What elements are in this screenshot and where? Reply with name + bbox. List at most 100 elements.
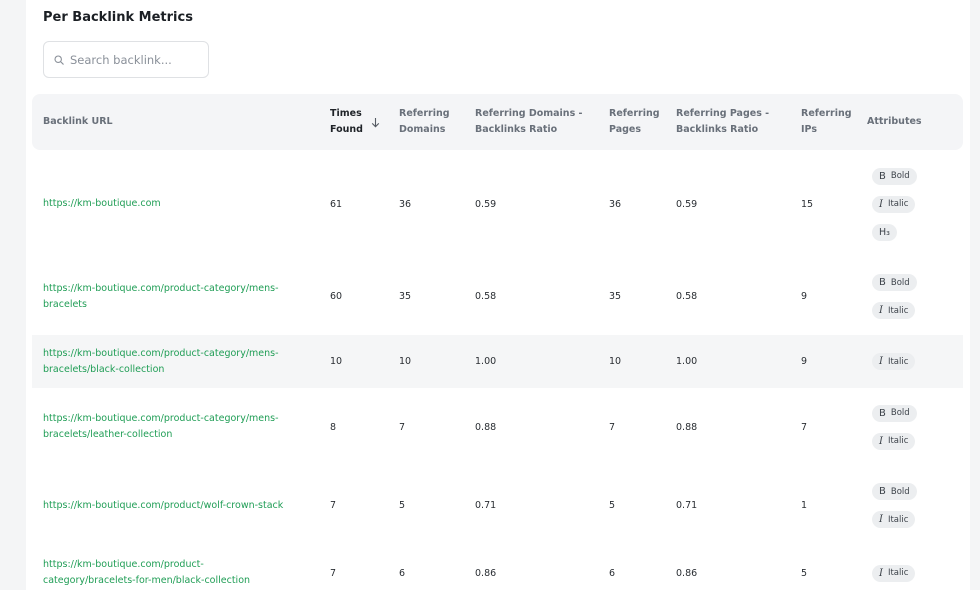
ref-pages-cell: 36 bbox=[609, 198, 622, 210]
italic-icon: I bbox=[879, 305, 883, 316]
backlink-url-link[interactable]: https://km-boutique.com/product-category… bbox=[43, 335, 313, 388]
table-row: https://km-boutique.com 61 36 0.59 36 0.59 15 B… bbox=[32, 150, 963, 258]
table-row: https://km-boutique.com/product-category… bbox=[32, 335, 963, 388]
italic-icon: I bbox=[879, 356, 883, 367]
bold-attribute-badge: B Bold bbox=[872, 404, 917, 422]
column-label: Attributes bbox=[867, 116, 922, 127]
attribute-label: Italic bbox=[887, 568, 909, 578]
bold-icon: B bbox=[879, 277, 886, 288]
sort-descending-icon[interactable] bbox=[371, 117, 380, 128]
ref-ips-cell: 15 bbox=[801, 198, 814, 210]
table-row: https://km-boutique.com/product-category… bbox=[32, 388, 963, 466]
ref-pages-cell: 35 bbox=[609, 291, 622, 302]
column-label: Referring Domains - Backlinks Ratio bbox=[475, 108, 583, 135]
ref-pages-cell: 6 bbox=[609, 567, 616, 579]
bold-attribute-badge: B Bold bbox=[872, 167, 917, 185]
attributes-cell: B Bold I Italic bbox=[872, 258, 917, 335]
backlink-url-link[interactable]: https://km-boutique.com/product- categor… bbox=[43, 545, 313, 590]
ref-domains-ratio-cell: 0.86 bbox=[475, 567, 497, 579]
ref-pages-cell: 5 bbox=[609, 500, 616, 511]
attributes-cell: I Italic bbox=[872, 545, 916, 590]
ref-ips-cell: 9 bbox=[801, 291, 808, 302]
bold-icon: B bbox=[879, 407, 886, 419]
search-input[interactable] bbox=[70, 52, 200, 67]
column-header-times-found[interactable]: Times Found bbox=[330, 94, 380, 150]
attributes-cell: B Bold I Italic bbox=[872, 466, 917, 545]
italic-icon: I bbox=[879, 567, 883, 579]
attribute-label: Bold bbox=[890, 171, 910, 181]
column-label: Times Found bbox=[330, 108, 363, 135]
table-row: https://km-boutique.com/product/wolf-cro… bbox=[32, 466, 963, 545]
attribute-label: Bold bbox=[890, 486, 910, 497]
column-header-referring-domains[interactable]: Referring Domains bbox=[399, 94, 450, 150]
ref-pages-ratio-cell: 0.71 bbox=[676, 500, 698, 511]
table-row: https://km-boutique.com/product-category… bbox=[32, 258, 963, 335]
section-title: Per Backlink Metrics bbox=[43, 10, 193, 25]
backlink-url-link[interactable]: https://km-boutique.com/product-category… bbox=[43, 258, 313, 335]
ref-pages-ratio-cell: 1.00 bbox=[676, 356, 698, 367]
ref-pages-ratio-cell: 0.59 bbox=[676, 198, 698, 210]
ref-domains-cell: 35 bbox=[399, 291, 412, 302]
times-found-cell: 8 bbox=[330, 421, 337, 433]
italic-attribute-badge: I Italic bbox=[872, 432, 916, 450]
column-label: Referring Pages bbox=[609, 108, 660, 135]
ref-ips-cell: 7 bbox=[801, 421, 808, 433]
column-header-referring-pages[interactable]: Referring Pages bbox=[609, 94, 660, 150]
attribute-label: Italic bbox=[887, 199, 909, 209]
column-label: Referring Domains bbox=[399, 108, 450, 135]
times-found-cell: 10 bbox=[330, 356, 343, 367]
bold-attribute-badge: B Bold bbox=[872, 274, 917, 291]
backlink-metrics-panel: Per Backlink Metrics Backlink URL Times … bbox=[26, 0, 970, 590]
italic-attribute-badge: I Italic bbox=[872, 302, 916, 319]
attribute-label: Italic bbox=[887, 514, 909, 525]
ref-pages-cell: 10 bbox=[609, 356, 622, 367]
attributes-cell: I Italic bbox=[872, 335, 916, 388]
backlink-url-link[interactable]: https://km-boutique.com/product/wolf-cro… bbox=[43, 466, 313, 545]
ref-pages-cell: 7 bbox=[609, 421, 616, 433]
italic-attribute-badge: I Italic bbox=[872, 195, 916, 213]
italic-icon: I bbox=[879, 514, 883, 525]
attributes-cell: B Bold I Italic H₃ bbox=[872, 150, 917, 258]
backlink-url-link[interactable]: https://km-boutique.com bbox=[43, 150, 313, 258]
ref-pages-ratio-cell: 0.88 bbox=[676, 421, 698, 433]
attributes-cell: B Bold I Italic bbox=[872, 388, 917, 466]
column-label: Backlink URL bbox=[43, 116, 113, 127]
ref-domains-ratio-cell: 1.00 bbox=[475, 356, 497, 367]
times-found-cell: 60 bbox=[330, 291, 343, 302]
times-found-cell: 7 bbox=[330, 567, 337, 579]
ref-ips-cell: 5 bbox=[801, 567, 808, 579]
attribute-label: Italic bbox=[887, 305, 909, 316]
attribute-label: Italic bbox=[887, 356, 909, 367]
ref-ips-cell: 9 bbox=[801, 356, 808, 367]
attribute-label: Bold bbox=[890, 277, 910, 288]
column-header-url[interactable]: Backlink URL bbox=[43, 94, 113, 150]
ref-domains-cell: 10 bbox=[399, 356, 412, 367]
search-box[interactable] bbox=[43, 41, 209, 78]
italic-attribute-badge: I Italic bbox=[872, 564, 916, 582]
search-icon bbox=[54, 54, 64, 65]
attribute-label: Bold bbox=[890, 408, 910, 418]
table-header: Backlink URL Times Found Referring Domai… bbox=[32, 94, 963, 150]
ref-pages-ratio-cell: 0.86 bbox=[676, 567, 698, 579]
ref-domains-cell: 7 bbox=[399, 421, 406, 433]
column-header-referring-domains-ratio[interactable]: Referring Domains - Backlinks Ratio bbox=[475, 94, 582, 150]
italic-attribute-badge: I Italic bbox=[872, 511, 916, 528]
backlink-url-link[interactable]: https://km-boutique.com/product-category… bbox=[43, 388, 313, 466]
ref-domains-ratio-cell: 0.59 bbox=[475, 198, 497, 210]
bold-icon: B bbox=[879, 170, 886, 182]
table-row: https://km-boutique.com/product- categor… bbox=[32, 545, 963, 590]
italic-attribute-badge: I Italic bbox=[872, 353, 916, 370]
column-label: Referring Pages - Backlinks Ratio bbox=[676, 108, 770, 135]
ref-domains-cell: 6 bbox=[399, 567, 406, 579]
times-found-cell: 7 bbox=[330, 500, 337, 511]
heading-3-icon: H₃ bbox=[879, 226, 890, 238]
column-header-attributes[interactable]: Attributes bbox=[867, 94, 922, 150]
ref-domains-cell: 36 bbox=[399, 198, 412, 210]
ref-domains-ratio-cell: 0.88 bbox=[475, 421, 497, 433]
column-label: Referring IPs bbox=[801, 108, 852, 135]
attribute-label: Italic bbox=[887, 436, 909, 446]
italic-icon: I bbox=[879, 198, 883, 210]
column-header-referring-pages-ratio[interactable]: Referring Pages - Backlinks Ratio bbox=[676, 94, 769, 150]
ref-domains-cell: 5 bbox=[399, 500, 406, 511]
column-header-referring-ips[interactable]: Referring IPs bbox=[801, 94, 852, 150]
